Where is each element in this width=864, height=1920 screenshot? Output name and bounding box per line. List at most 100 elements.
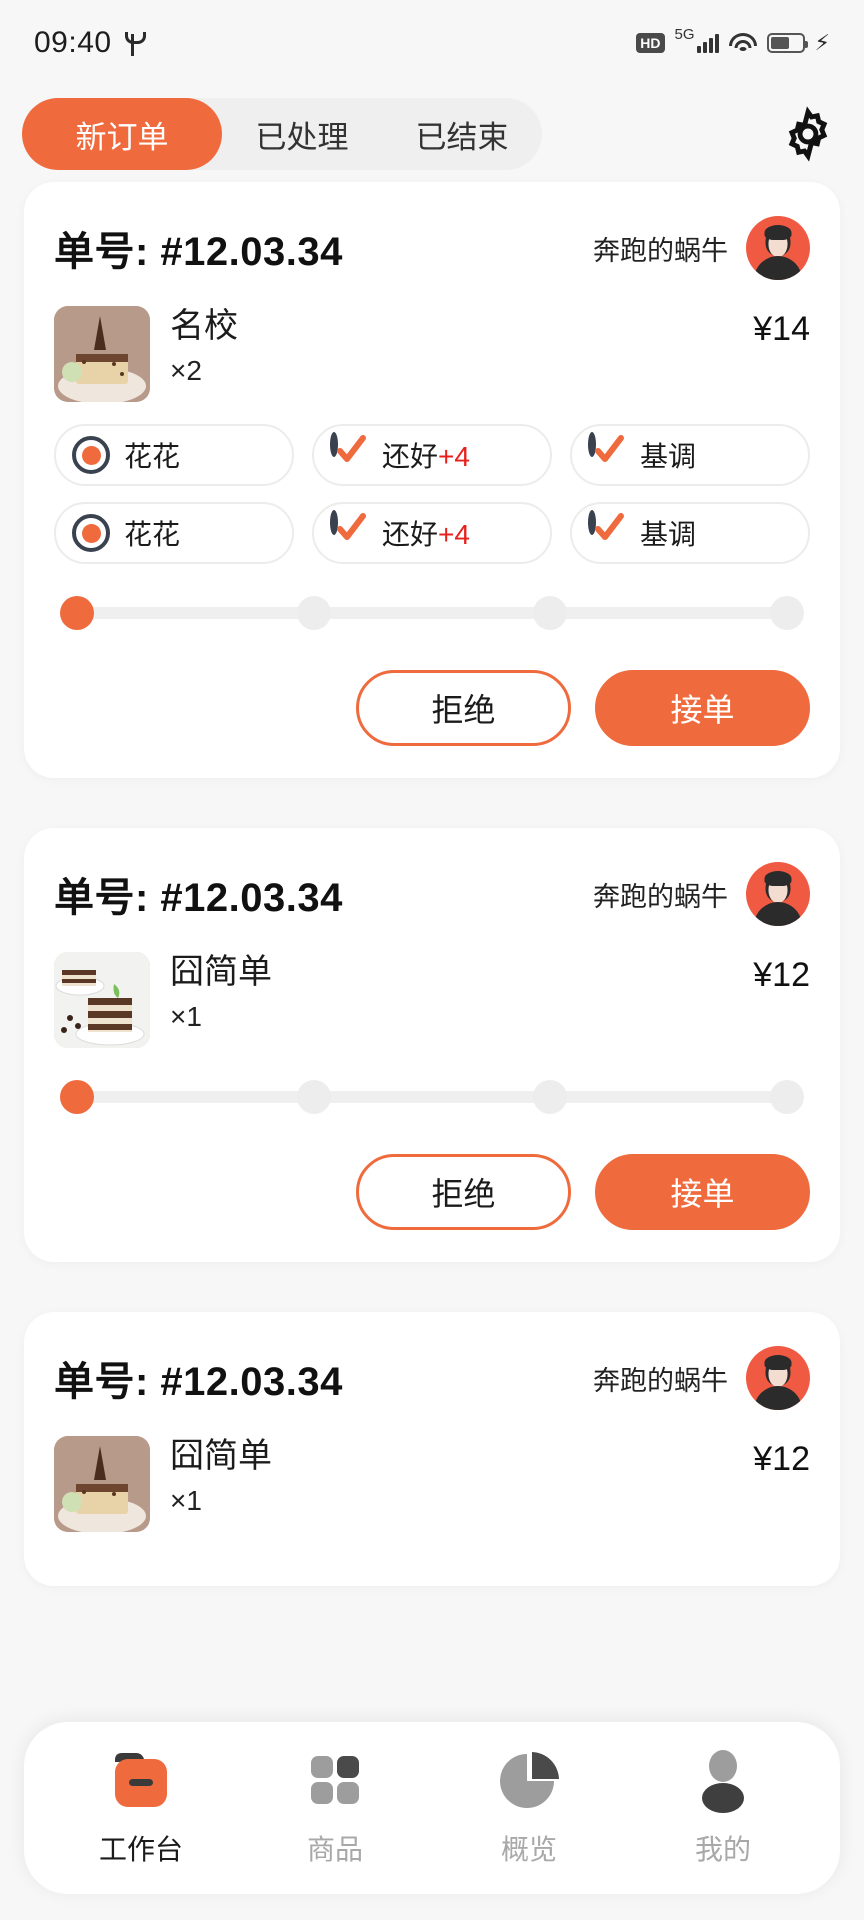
option-chip-label: 还好+4	[382, 435, 470, 475]
check-circle-icon	[588, 436, 626, 474]
app-screen: 09:40 HD 5G ⚡ 新订单 已处理 已结束	[0, 0, 864, 1920]
order-item-name: 囧简单	[170, 1438, 733, 1475]
option-chip-check[interactable]: 基调	[570, 502, 810, 564]
cellular-signal-icon: 5G	[675, 34, 719, 53]
nav-label: 工作台	[99, 1828, 183, 1868]
order-actions: 拒绝 接单	[54, 670, 810, 746]
accept-button[interactable]: 接单	[595, 670, 810, 746]
grid-squares-icon	[299, 1748, 371, 1814]
order-card[interactable]: 单号: #12.03.34 奔跑的蜗牛	[24, 1312, 840, 1586]
option-chip-label: 花花	[124, 513, 180, 553]
person-icon	[687, 1748, 759, 1814]
wifi-icon	[729, 33, 757, 54]
status-bar: 09:40 HD 5G ⚡	[0, 0, 864, 86]
customer-block: 奔跑的蜗牛	[593, 216, 810, 280]
radio-selected-icon	[72, 436, 110, 474]
order-status-tabs: 新订单 已处理 已结束	[22, 98, 542, 170]
order-card[interactable]: 单号: #12.03.34 奔跑的蜗牛	[24, 828, 840, 1262]
status-bar-right: HD 5G ⚡	[636, 32, 830, 54]
reject-button[interactable]: 拒绝	[356, 1154, 571, 1230]
nav-item-overview[interactable]: 概览	[449, 1748, 609, 1868]
check-circle-icon	[330, 514, 368, 552]
order-item-price: ¥14	[753, 306, 810, 349]
order-item-qty: ×2	[170, 355, 733, 387]
user-avatar-icon	[746, 1346, 810, 1410]
battery-icon	[767, 33, 805, 53]
order-actions: 拒绝 接单	[54, 1154, 810, 1230]
order-item-qty: ×1	[170, 1001, 733, 1033]
customer-name: 奔跑的蜗牛	[593, 875, 728, 914]
order-item-info: 囧简单 ×1	[170, 952, 733, 1033]
charging-bolt-icon: ⚡	[815, 32, 830, 54]
stepper-node[interactable]	[770, 596, 804, 630]
tiramisu-cake-photo	[54, 1436, 150, 1532]
stepper-nodes	[60, 596, 804, 630]
order-item-row: 囧简单 ×1 ¥12	[54, 952, 810, 1048]
stepper-node-active[interactable]	[60, 1080, 94, 1114]
option-chip-label: 还好+4	[382, 513, 470, 553]
stepper-node[interactable]	[297, 1080, 331, 1114]
option-chip-check[interactable]: 还好+4	[312, 502, 552, 564]
option-chip-label: 基调	[640, 435, 696, 475]
nav-item-products[interactable]: 商品	[255, 1748, 415, 1868]
option-chip-check[interactable]: 基调	[570, 424, 810, 486]
stepper-node-active[interactable]	[60, 596, 94, 630]
order-list[interactable]: 单号: #12.03.34 奔跑的蜗牛	[0, 182, 864, 1586]
nav-item-mine[interactable]: 我的	[643, 1748, 803, 1868]
stepper-nodes	[60, 1080, 804, 1114]
order-item-name: 囧简单	[170, 954, 733, 991]
order-card-header: 单号: #12.03.34 奔跑的蜗牛	[54, 216, 810, 280]
order-item-info: 名校 ×2	[170, 306, 733, 387]
option-chip-radio[interactable]: 花花	[54, 424, 294, 486]
tab-finished[interactable]: 已结束	[382, 98, 542, 170]
accept-button[interactable]: 接单	[595, 1154, 810, 1230]
order-progress-stepper[interactable]	[60, 590, 804, 636]
layer-cake-photo	[54, 952, 150, 1048]
option-text: 还好	[382, 519, 438, 550]
order-progress-stepper[interactable]	[60, 1074, 804, 1120]
status-time: 09:40	[34, 26, 112, 60]
order-number: 单号: #12.03.34	[54, 219, 343, 277]
order-item-price: ¥12	[753, 952, 810, 995]
order-card-header: 单号: #12.03.34 奔跑的蜗牛	[54, 862, 810, 926]
pie-chart-icon	[493, 1748, 565, 1814]
option-chip-radio[interactable]: 花花	[54, 502, 294, 564]
stepper-node[interactable]	[297, 596, 331, 630]
tiramisu-cake-photo	[54, 306, 150, 402]
customer-block: 奔跑的蜗牛	[593, 862, 810, 926]
order-number: 单号: #12.03.34	[54, 865, 343, 923]
tab-processed[interactable]: 已处理	[222, 98, 382, 170]
order-card[interactable]: 单号: #12.03.34 奔跑的蜗牛	[24, 182, 840, 778]
stepper-node[interactable]	[533, 596, 567, 630]
customer-name: 奔跑的蜗牛	[593, 229, 728, 268]
nav-item-workbench[interactable]: 工作台	[61, 1748, 221, 1868]
signal-bars-icon	[697, 34, 719, 53]
nav-label: 商品	[307, 1828, 363, 1868]
workbench-folder-icon	[105, 1748, 177, 1814]
order-item-row: 囧简单 ×1 ¥12	[54, 1436, 810, 1532]
customer-block: 奔跑的蜗牛	[593, 1346, 810, 1410]
check-circle-icon	[330, 436, 368, 474]
order-item-name: 名校	[170, 308, 733, 345]
check-circle-icon	[588, 514, 626, 552]
option-chip-label: 花花	[124, 435, 180, 475]
stepper-node[interactable]	[770, 1080, 804, 1114]
option-chip-row: 花花 还好+4	[54, 424, 810, 486]
top-bar: 新订单 已处理 已结束	[0, 86, 864, 182]
bottom-navigation: 工作台 商品 概览	[24, 1722, 840, 1894]
option-chip-check[interactable]: 还好+4	[312, 424, 552, 486]
tab-new-orders[interactable]: 新订单	[22, 98, 222, 170]
network-type-label: 5G	[675, 26, 695, 43]
option-chip-label: 基调	[640, 513, 696, 553]
reject-button[interactable]: 拒绝	[356, 670, 571, 746]
order-number: 单号: #12.03.34	[54, 1349, 343, 1407]
hd-icon: HD	[636, 33, 664, 53]
nav-label: 概览	[501, 1828, 557, 1868]
gear-icon[interactable]	[780, 106, 836, 162]
order-item-price: ¥12	[753, 1436, 810, 1479]
order-item-qty: ×1	[170, 1485, 733, 1517]
stepper-node[interactable]	[533, 1080, 567, 1114]
usb-icon	[124, 30, 142, 56]
option-extra-price: +4	[438, 519, 470, 550]
radio-selected-icon	[72, 514, 110, 552]
